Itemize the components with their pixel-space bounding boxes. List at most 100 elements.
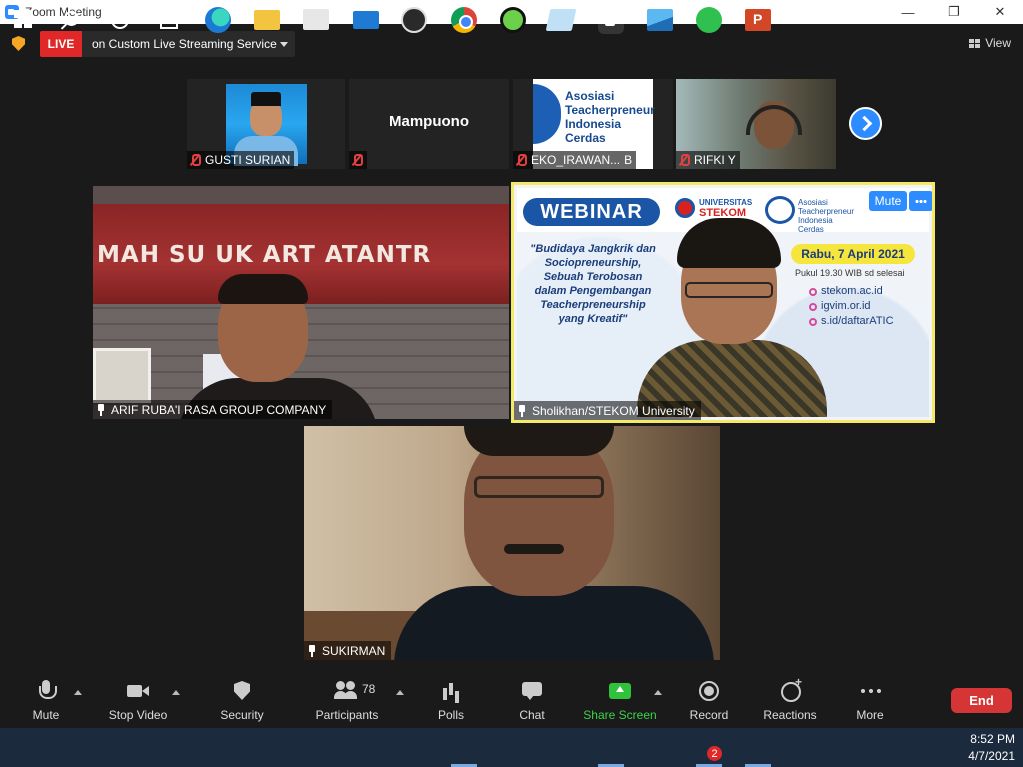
poster-quote: "Budidaya Jangkrik dan Sociopreneurship,… [530, 243, 656, 325]
restore-icon[interactable]: ❐ [931, 0, 977, 24]
participant-figure [178, 274, 378, 419]
record-button[interactable]: Record [686, 672, 732, 728]
chat-button[interactable]: Chat [509, 672, 555, 728]
grid-view-icon [969, 38, 981, 48]
muted-mic-icon [351, 154, 363, 166]
file-explorer-icon[interactable] [254, 10, 280, 30]
zoom-meeting-window: Zoom Meeting — ❐ ✕ LIVE on Custom Live S… [0, 0, 1023, 767]
participants-options-chevron-icon[interactable] [396, 690, 404, 695]
pin-icon [96, 403, 106, 416]
participants-button[interactable]: Participants [312, 672, 382, 728]
polls-label: Polls [437, 708, 464, 722]
participant-name-tag: SUKIRMAN [304, 641, 392, 660]
close-icon[interactable]: ✕ [977, 0, 1023, 24]
share-options-chevron-icon[interactable] [654, 690, 662, 695]
audio-options-chevron-icon[interactable] [74, 690, 82, 695]
windows-taskbar [0, 728, 1023, 767]
inkscape-icon[interactable] [500, 7, 526, 33]
participant-name: SUKIRMAN [322, 643, 386, 658]
cortana-circle-icon[interactable] [107, 7, 133, 33]
participant-name-tag: RIFKI Y [676, 151, 740, 169]
reactions-button[interactable]: Reactions [760, 672, 820, 728]
poster-time: Pukul 19.30 WIB sd selesai [795, 268, 905, 278]
mail-icon[interactable] [353, 11, 379, 29]
chrome-icon[interactable] [451, 7, 477, 33]
search-icon[interactable] [58, 7, 84, 33]
more-dots-icon [859, 680, 881, 702]
more-button[interactable]: More [847, 672, 893, 728]
mute-participant-button[interactable]: Mute [869, 191, 907, 211]
minimize-icon[interactable]: — [885, 0, 931, 24]
end-meeting-button[interactable]: End [951, 688, 1012, 713]
live-stream-dropdown[interactable]: on Custom Live Streaming Service [82, 31, 295, 57]
mute-button[interactable]: Mute [18, 672, 74, 728]
edge-browser-icon[interactable] [205, 7, 231, 33]
microphone-icon [35, 680, 57, 702]
participant-name: EKO_IRAWAN... [531, 153, 621, 167]
video-camera-icon [127, 680, 149, 702]
participants-count: 78 [362, 682, 376, 696]
video-tile-sholikhan-active-speaker[interactable]: WEBINAR UNIVERSITAS STEKOM Asosiasi Teac… [511, 182, 935, 423]
video-tile-sukirman[interactable]: SUKIRMAN [304, 426, 720, 660]
link-icon [809, 302, 817, 311]
more-dots-icon [915, 199, 927, 203]
pin-icon [307, 644, 317, 657]
meeting-toolbar: Mute Stop Video Security Participants 78… [0, 672, 1023, 728]
share-screen-label: Share Screen [583, 708, 657, 722]
participants-icon [334, 680, 358, 702]
photos-icon[interactable] [647, 9, 673, 31]
participant-figure [394, 426, 714, 660]
thumbnail-eko-irawan[interactable]: Asosiasi Teacherpreneur Indonesia Cerdas… [513, 79, 673, 169]
participant-name-suffix: B [624, 153, 633, 167]
task-view-icon[interactable] [155, 7, 181, 33]
pin-icon [517, 404, 527, 417]
powerpoint-icon[interactable] [745, 9, 771, 31]
whatsapp-icon[interactable] [696, 7, 722, 33]
link-icon [809, 317, 817, 326]
participant-name-tag: EKO_IRAWAN... B [513, 151, 637, 169]
security-label: Security [220, 708, 264, 722]
obs-studio-icon[interactable] [401, 7, 427, 33]
system-clock[interactable]: 8:52 PM 4/7/2021 [953, 731, 1015, 765]
muted-mic-icon [515, 154, 527, 166]
smiley-add-icon [779, 675, 802, 702]
participants-label: Participants [315, 708, 379, 722]
thumbnail-gusti-surian[interactable]: GUSTI SURIAN [187, 79, 345, 169]
store-icon[interactable] [303, 9, 329, 30]
background-frame [93, 348, 151, 403]
chat-bubble-icon [521, 680, 543, 702]
record-label: Record [689, 708, 729, 722]
live-stream-service-label: on Custom Live Streaming Service [92, 37, 277, 51]
participant-more-button[interactable] [909, 191, 932, 211]
participant-display-name: Mampuono [389, 113, 469, 130]
video-options-chevron-icon[interactable] [172, 690, 180, 695]
atic-logo [533, 84, 561, 144]
virtual-background-poster: WEBINAR UNIVERSITAS STEKOM Asosiasi Teac… [517, 188, 929, 417]
zoom-taskbar-icon[interactable] [598, 8, 624, 34]
stop-video-button[interactable]: Stop Video [103, 672, 173, 728]
share-screen-button[interactable]: Share Screen [582, 672, 658, 728]
thumbnail-rifki-y[interactable]: RIFKI Y [676, 79, 836, 169]
muted-mic-icon [189, 154, 201, 166]
link-icon [809, 287, 817, 296]
mute-label: Mute [32, 708, 60, 722]
background-sign-text: MAH SU UK ART ATANTR [97, 242, 432, 268]
meeting-info-shield-icon[interactable] [12, 36, 25, 51]
polls-button[interactable]: Polls [428, 672, 474, 728]
participant-name: ARIF RUBA'I RASA GROUP COMPANY [111, 402, 327, 417]
poster-links: stekom.ac.id igvim.or.id s.id/daftarATIC [809, 284, 894, 329]
next-page-arrow-icon[interactable] [849, 107, 882, 140]
live-badge[interactable]: LIVE [40, 31, 82, 57]
dropdown-caret-icon [280, 42, 288, 47]
view-button[interactable]: View [961, 31, 1017, 55]
participant-name-tag [349, 151, 367, 169]
participant-name: GUSTI SURIAN [205, 153, 291, 167]
window-controls: — ❐ ✕ [885, 0, 1023, 24]
thumbnail-mampuono[interactable]: Mampuono [349, 79, 509, 169]
share-screen-arrow-icon [609, 680, 631, 702]
stop-video-label: Stop Video [108, 708, 168, 722]
notepad-icon[interactable] [545, 9, 577, 31]
security-button[interactable]: Security [214, 672, 270, 728]
video-tile-arif[interactable]: MAH SU UK ART ATANTR ARIF RUBA'I RASA GR… [93, 186, 509, 419]
windows-start-icon[interactable] [14, 10, 32, 28]
